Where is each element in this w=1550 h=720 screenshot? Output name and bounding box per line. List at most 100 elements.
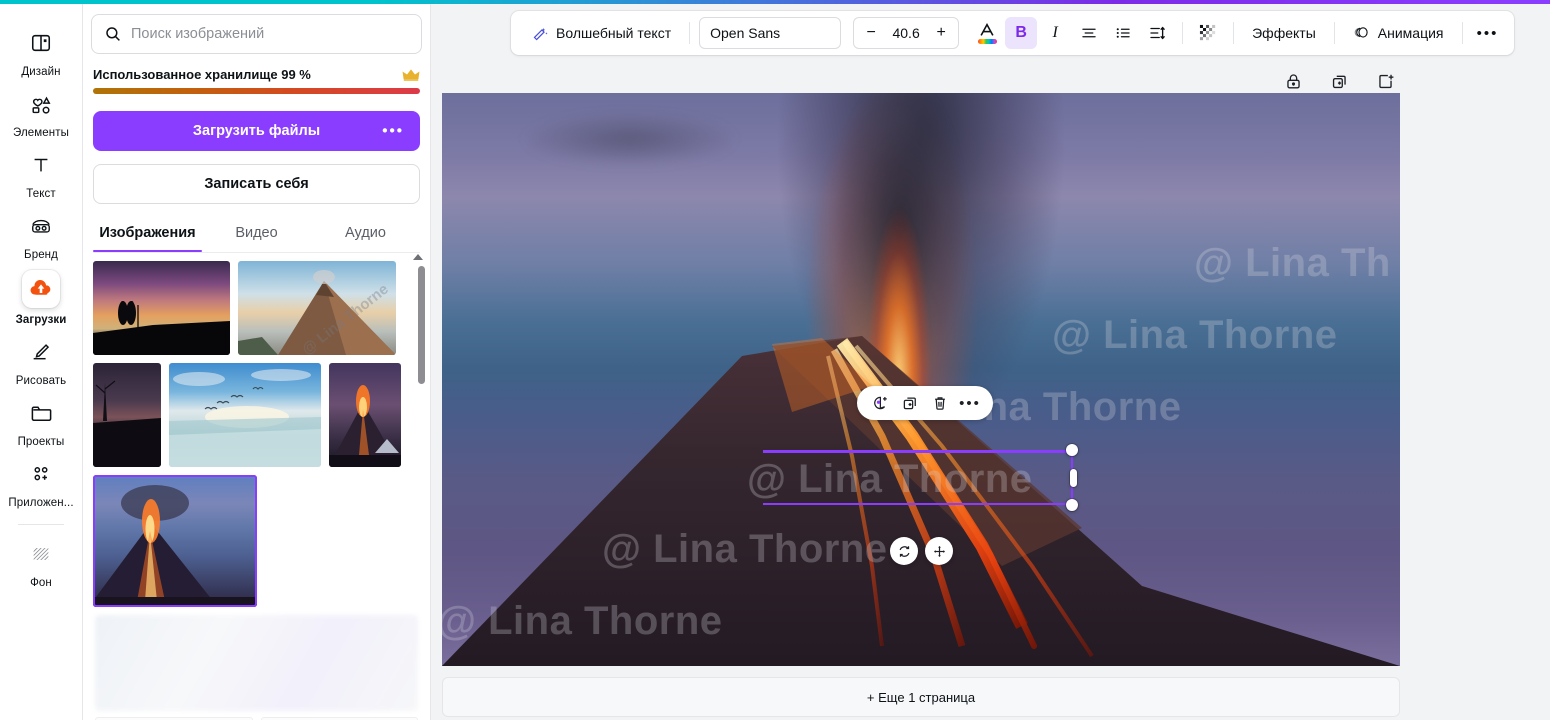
sidebar-item-label: Дизайн — [21, 66, 61, 78]
panel-scrollbar[interactable] — [418, 256, 425, 444]
resize-handle-middle-right[interactable] — [1069, 468, 1077, 487]
storage-label: Использованное хранилище 99 % — [93, 67, 311, 82]
font-family-value: Open Sans — [710, 25, 781, 41]
sidebar-item-draw[interactable]: Рисовать — [5, 329, 77, 390]
text-color-swatch — [977, 38, 997, 44]
tab-audio[interactable]: Аудио — [311, 216, 420, 252]
upload-thumbnail[interactable] — [169, 363, 321, 467]
font-size-decrease-button[interactable]: − — [861, 25, 881, 41]
sidebar-item-label: Приложен... — [8, 497, 74, 509]
sidebar-item-label: Проекты — [17, 436, 65, 448]
resize-handle-top-right[interactable] — [1066, 444, 1078, 456]
add-page-button[interactable]: + Еще 1 страница — [442, 677, 1400, 717]
add-page-label: + Еще 1 страница — [866, 689, 976, 705]
tab-video[interactable]: Видео — [202, 216, 311, 252]
layout-icon — [21, 26, 61, 60]
magic-edit-icon[interactable] — [867, 390, 893, 416]
toolbar-divider — [1461, 22, 1463, 44]
font-family-select[interactable]: Open Sans — [699, 17, 842, 49]
search-input[interactable] — [131, 26, 409, 42]
line-spacing-button[interactable] — [1141, 17, 1173, 49]
sidebar-item-label: Элементы — [13, 127, 69, 139]
thumb-row — [93, 363, 420, 467]
rail-divider — [18, 524, 64, 525]
tab-images[interactable]: Изображения — [93, 216, 202, 252]
panel-scrollbar-thumb[interactable] — [418, 266, 425, 384]
media-type-tabs: Изображения Видео Аудио — [93, 216, 420, 252]
upload-files-label: Загрузить файлы — [192, 123, 321, 139]
record-yourself-button[interactable]: Записать себя — [93, 164, 420, 204]
font-size-input[interactable] — [884, 25, 929, 41]
crown-icon[interactable] — [402, 68, 420, 82]
resize-handle-bottom-right[interactable] — [1066, 499, 1078, 511]
ellipsis-icon: ••• — [1476, 24, 1499, 42]
align-icon — [1080, 24, 1098, 42]
sidebar-item-apps[interactable]: Приложен... — [5, 451, 77, 512]
sidebar-item-label: Бренд — [24, 249, 58, 261]
text-selection-box[interactable] — [763, 444, 1078, 511]
line-spacing-icon — [1148, 24, 1166, 42]
sidebar-item-label: Фон — [30, 577, 52, 589]
upload-more-icon[interactable]: ••• — [382, 124, 404, 139]
bullet-list-icon — [1114, 24, 1132, 42]
sidebar-item-brand[interactable]: Бренд — [5, 203, 77, 264]
duplicate-icon[interactable] — [1324, 66, 1354, 96]
animation-button[interactable]: Анимация — [1344, 17, 1453, 49]
selection-bottom-edge — [763, 502, 1073, 505]
upload-thumbnail[interactable] — [93, 363, 161, 467]
text-color-button[interactable] — [971, 17, 1003, 49]
pencil-draw-icon — [21, 335, 61, 369]
sidebar-item-elements[interactable]: Элементы — [5, 81, 77, 142]
sidebar-item-projects[interactable]: Проекты — [5, 390, 77, 451]
brand-icon — [21, 209, 61, 243]
bold-button[interactable]: B — [1005, 17, 1038, 49]
thumb-row — [93, 261, 420, 355]
toolbar-divider — [1233, 22, 1235, 44]
magic-wand-icon — [532, 25, 549, 42]
move-button[interactable] — [925, 537, 953, 565]
uploads-thumbnail-grid: @ Lina Thorne — [91, 253, 422, 720]
magic-text-button[interactable]: Волшебный текст — [523, 17, 680, 49]
bullet-list-button[interactable] — [1107, 17, 1139, 49]
tab-images-label: Изображения — [99, 225, 196, 241]
export-icon[interactable] — [1370, 66, 1400, 96]
search-images-box[interactable] — [91, 14, 422, 54]
rotate-button[interactable] — [890, 537, 918, 565]
sidebar-item-label: Загрузки — [15, 314, 67, 326]
duplicate-icon[interactable] — [897, 390, 923, 416]
italic-button[interactable]: I — [1039, 17, 1071, 49]
loading-placeholder — [95, 615, 418, 711]
uploads-panel: Использованное хранилище 99 % Загрузить … — [83, 4, 431, 720]
editor-area: Волшебный текст Open Sans − + B — [431, 4, 1550, 720]
left-icon-rail: Дизайн Элементы Текст Бренд Загрузки Рис… — [0, 4, 83, 720]
canva-editor-window: Дизайн Элементы Текст Бренд Загрузки Рис… — [0, 0, 1550, 720]
upload-thumbnail[interactable] — [238, 261, 396, 355]
upload-files-button[interactable]: Загрузить файлы ••• — [93, 111, 420, 151]
delete-icon[interactable] — [927, 390, 953, 416]
upload-thumbnail-selected[interactable] — [93, 475, 257, 607]
lock-icon[interactable] — [1278, 66, 1308, 96]
sidebar-item-design[interactable]: Дизайн — [5, 20, 77, 81]
element-float-toolbar: ••• — [857, 386, 993, 420]
sidebar-item-uploads[interactable]: Загрузки — [5, 264, 77, 329]
sidebar-item-background[interactable]: Фон — [5, 531, 77, 592]
storage-row: Использованное хранилище 99 % — [93, 67, 420, 82]
effects-button[interactable]: Эффекты — [1243, 17, 1325, 49]
text-align-button[interactable] — [1073, 17, 1105, 49]
sidebar-item-text[interactable]: Текст — [5, 142, 77, 203]
font-size-increase-button[interactable]: + — [931, 25, 951, 41]
folder-icon — [21, 396, 61, 430]
cloud-decoration — [480, 98, 781, 179]
font-size-stepper[interactable]: − + — [853, 17, 960, 49]
sidebar-item-label: Рисовать — [15, 375, 67, 387]
animation-label: Анимация — [1377, 25, 1444, 41]
italic-label: I — [1052, 24, 1058, 41]
transparency-button[interactable] — [1192, 17, 1224, 49]
upload-thumbnail[interactable] — [329, 363, 401, 467]
upload-thumbnail[interactable] — [93, 261, 230, 355]
design-canvas[interactable]: @ Lina Th @ Lina Thorne ina Thorne @ Lin… — [442, 93, 1400, 666]
ellipsis-icon[interactable]: ••• — [957, 390, 983, 416]
toolbar-divider — [1182, 22, 1184, 44]
bold-label: B — [1015, 24, 1027, 41]
toolbar-more-button[interactable]: ••• — [1472, 17, 1504, 49]
